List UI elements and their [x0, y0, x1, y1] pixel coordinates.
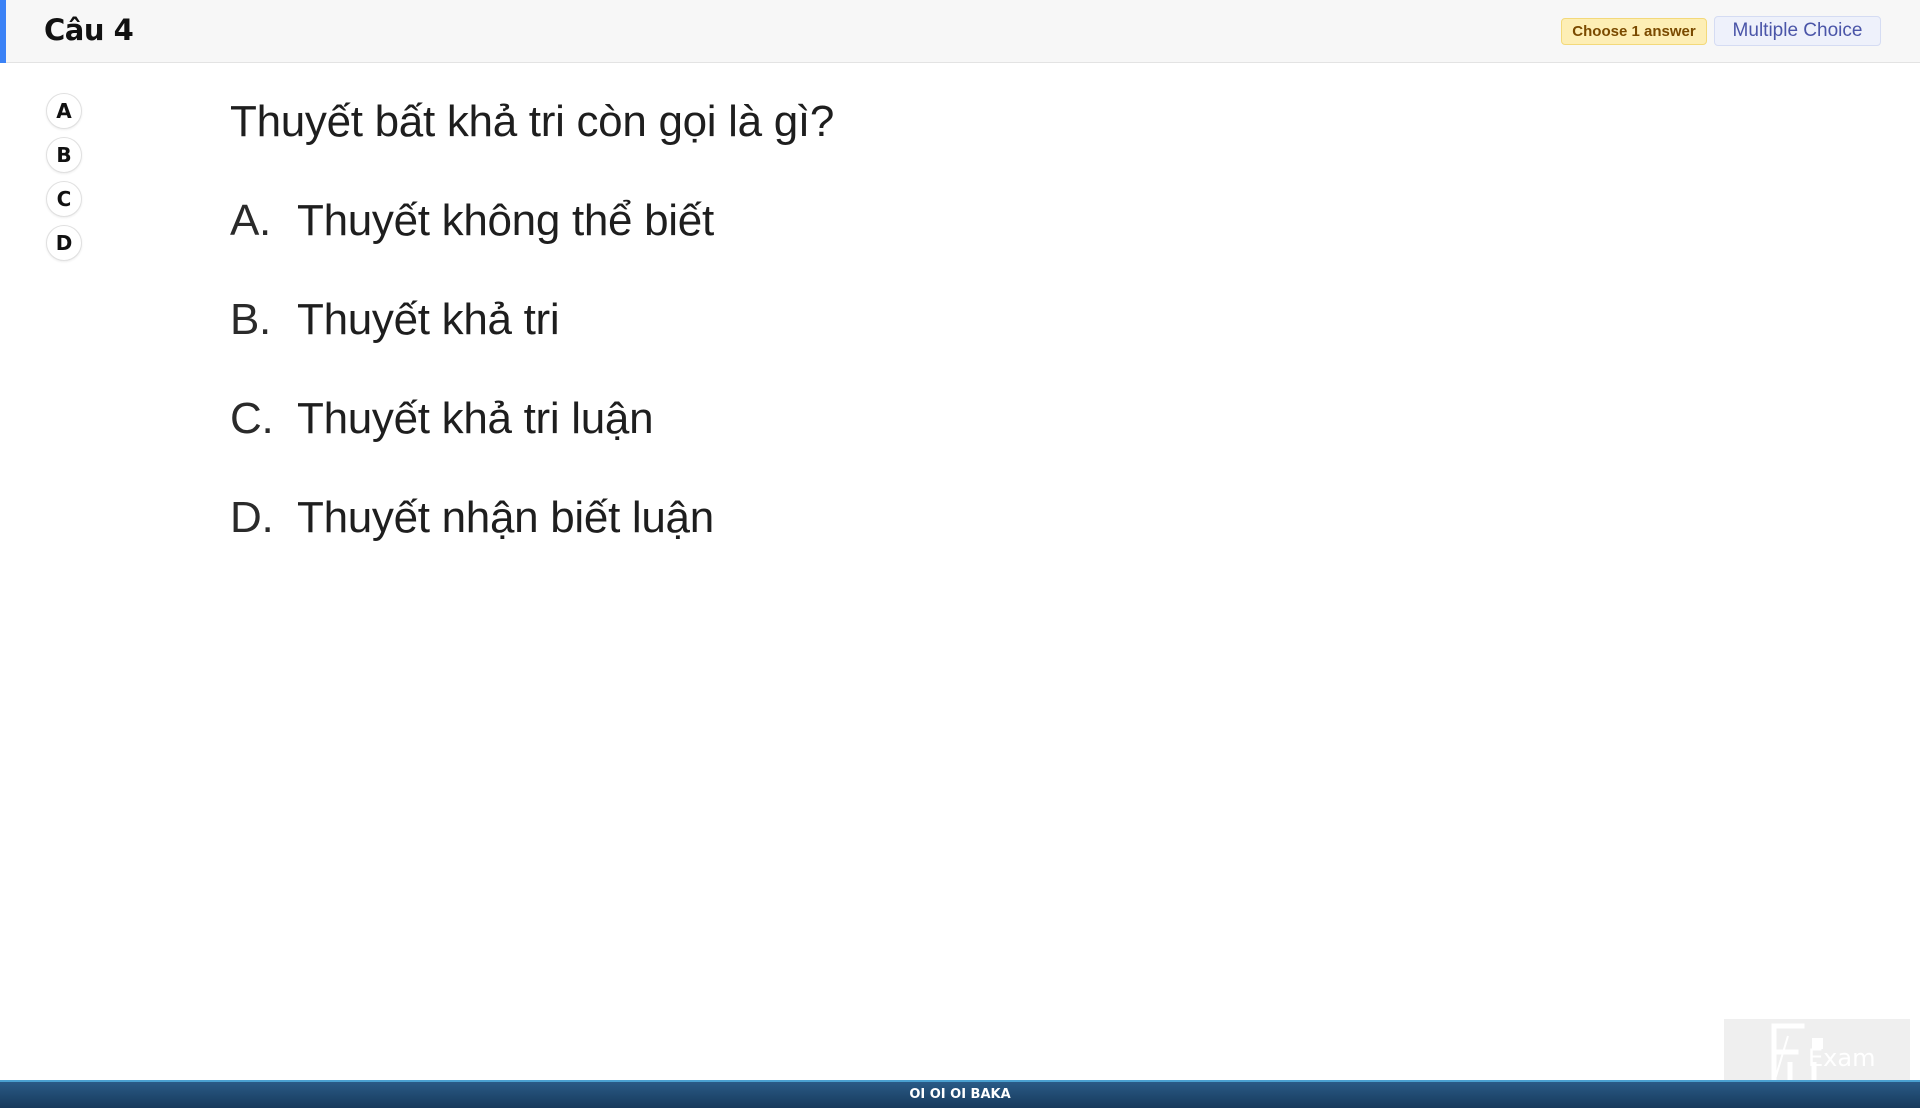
exam-page: Câu 4 Choose 1 answer Multiple Choice A …	[0, 0, 1920, 1108]
question-type-badge: Multiple Choice	[1714, 16, 1881, 46]
answer-letter: B.	[230, 295, 271, 344]
header-accent-bar	[0, 0, 6, 63]
answer-letter: D.	[230, 493, 274, 542]
choose-answer-badge: Choose 1 answer	[1561, 18, 1707, 45]
question-header: Câu 4 Choose 1 answer Multiple Choice	[0, 0, 1920, 63]
answer-option-b: B. Thuyết khả tri	[230, 293, 1630, 392]
answer-option-d: D. Thuyết nhận biết luận	[230, 491, 1630, 590]
answer-option-a: A. Thuyết không thể biết	[230, 194, 1630, 293]
footer-text: OI OI OI BAKA	[909, 1087, 1011, 1102]
answer-letter: C.	[230, 394, 274, 443]
answer-bubble-a[interactable]: A	[46, 93, 82, 129]
question-content: Thuyết bất khả tri còn gọi là gì? A. Thuy…	[230, 95, 1630, 590]
answer-option-c: C. Thuyết khả tri luận	[230, 392, 1630, 491]
answer-text: Thuyết khả tri	[297, 295, 560, 344]
answer-text: Thuyết khả tri luận	[297, 394, 654, 443]
answer-bubble-c[interactable]: C	[46, 181, 82, 217]
answer-bubble-b[interactable]: B	[46, 137, 82, 173]
question-number: Câu 4	[44, 13, 134, 47]
question-text: Thuyết bất khả tri còn gọi là gì?	[230, 97, 835, 146]
answer-text: Thuyết không thể biết	[297, 196, 714, 245]
answer-text: Thuyết nhận biết luận	[297, 493, 714, 542]
answer-bubble-d[interactable]: D	[46, 225, 82, 261]
logo-text: Exam	[1808, 1044, 1875, 1072]
answer-letter: A.	[230, 196, 271, 245]
answer-bubbles: A B C D	[46, 93, 86, 269]
